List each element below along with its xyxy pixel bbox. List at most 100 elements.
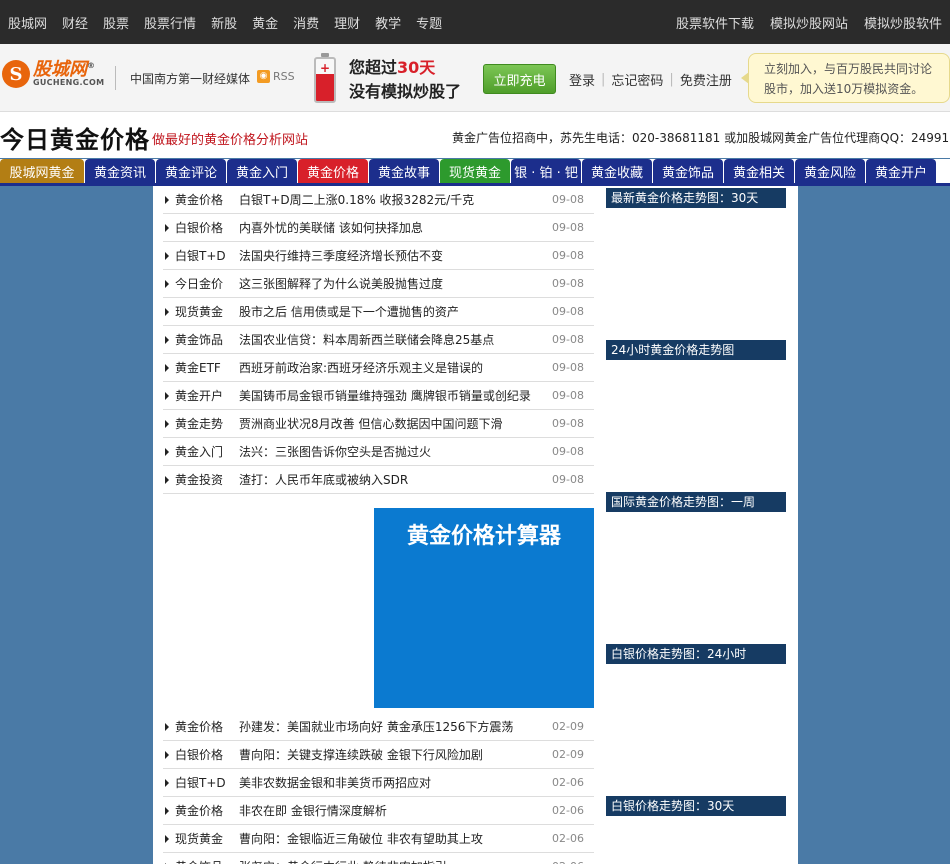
- site-logo[interactable]: S 股城网® GUCHENG.COM: [2, 60, 104, 88]
- gold-price-calculator[interactable]: 黄金价格计算器: [374, 508, 594, 708]
- top-nav-link[interactable]: 股票: [103, 13, 129, 32]
- news-category[interactable]: 黄金走势: [175, 415, 239, 432]
- category-tab[interactable]: 黄金价格: [298, 159, 368, 183]
- category-tab[interactable]: 黄金饰品: [653, 159, 723, 183]
- chart-panel-header[interactable]: 白银价格走势图：24小时: [606, 644, 786, 664]
- news-category[interactable]: 白银T+D: [175, 774, 239, 791]
- news-row[interactable]: 黄金饰品 法国农业信贷：料本周新西兰联储会降息25基点 09-08: [163, 326, 594, 354]
- news-category[interactable]: 黄金价格: [175, 191, 239, 208]
- news-row[interactable]: 黄金投资 渣打：人民币年底或被纳入SDR 09-08: [163, 466, 594, 494]
- news-category[interactable]: 现货黄金: [175, 303, 239, 320]
- top-nav-link[interactable]: 理财: [334, 13, 360, 32]
- news-row[interactable]: 白银T+D 美非农数据金银和非美货币两招应对 02-06: [163, 769, 594, 797]
- news-title[interactable]: 内喜外忧的美联储 该如何抉择加息: [239, 219, 544, 236]
- news-row[interactable]: 黄金走势 贾洲商业状况8月改善 但信心数据因中国问题下滑 09-08: [163, 410, 594, 438]
- bullet-icon: [165, 251, 169, 260]
- forgot-password-link[interactable]: 忘记密码: [611, 70, 663, 89]
- news-date: 09-08: [552, 417, 584, 430]
- top-nav-link[interactable]: 专题: [416, 13, 442, 32]
- top-nav-link[interactable]: 消费: [293, 13, 319, 32]
- news-category[interactable]: 黄金ETF: [175, 359, 239, 376]
- join-bubble[interactable]: 立刻加入，与百万股民共同讨论 股市，加入送10万模拟资金。: [741, 53, 950, 103]
- news-category[interactable]: 黄金入门: [175, 443, 239, 460]
- news-title[interactable]: 这三张图解释了为什么说美股抛售过度: [239, 275, 544, 292]
- news-title[interactable]: 贾洲商业状况8月改善 但信心数据因中国问题下滑: [239, 415, 544, 432]
- category-tab[interactable]: 黄金评论: [156, 159, 226, 183]
- news-date: 09-08: [552, 473, 584, 486]
- news-title[interactable]: 法兴：三张图告诉你空头是否抛过火: [239, 443, 544, 460]
- chart-panel-header[interactable]: 白银价格走势图：30天: [606, 796, 786, 816]
- category-tab[interactable]: 黄金开户: [866, 159, 936, 183]
- category-tab[interactable]: 股城网黄金: [0, 159, 84, 183]
- top-nav-link[interactable]: 股票软件下载: [676, 13, 754, 32]
- category-tab[interactable]: 现货黄金: [440, 159, 510, 183]
- news-category[interactable]: 白银T+D: [175, 247, 239, 264]
- news-row[interactable]: 黄金价格 白银T+D周二上涨0.18% 收报3282元/千克 09-08: [163, 186, 594, 214]
- category-tab[interactable]: 黄金收藏: [582, 159, 652, 183]
- news-row[interactable]: 白银T+D 法国央行维持三季度经济增长预估不变 09-08: [163, 242, 594, 270]
- logo-name: 股城网: [33, 59, 87, 80]
- rss-link[interactable]: ◉ RSS: [257, 70, 295, 83]
- news-category[interactable]: 黄金饰品: [175, 858, 239, 864]
- news-category[interactable]: 黄金开户: [175, 387, 239, 404]
- top-nav-link[interactable]: 模拟炒股软件: [864, 13, 942, 32]
- register-link[interactable]: 免费注册: [680, 70, 732, 89]
- news-row[interactable]: 黄金ETF 西班牙前政治家:西班牙经济乐观主义是错误的 09-08: [163, 354, 594, 382]
- category-tab[interactable]: 黄金故事: [369, 159, 439, 183]
- chart-panel-header[interactable]: 最新黄金价格走势图：30天: [606, 188, 786, 208]
- category-tab[interactable]: 黄金相关: [724, 159, 794, 183]
- news-title[interactable]: 股市之后 信用债或是下一个遭抛售的资产: [239, 303, 544, 320]
- news-row[interactable]: 今日金价 这三张图解释了为什么说美股抛售过度 09-08: [163, 270, 594, 298]
- chart-panel-header[interactable]: 24小时黄金价格走势图: [606, 340, 786, 360]
- top-nav-link[interactable]: 教学: [375, 13, 401, 32]
- news-title[interactable]: 渣打：人民币年底或被纳入SDR: [239, 471, 544, 488]
- news-category[interactable]: 白银价格: [175, 746, 239, 763]
- login-link[interactable]: 登录: [569, 70, 595, 89]
- news-date: 09-08: [552, 445, 584, 458]
- news-title[interactable]: 非农在即 金银行情深度解析: [239, 802, 544, 819]
- news-title[interactable]: 曹向阳：金银临近三角破位 非农有望助其上攻: [239, 830, 544, 847]
- news-row[interactable]: 白银价格 内喜外忧的美联储 该如何抉择加息 09-08: [163, 214, 594, 242]
- news-date: 02-09: [552, 720, 584, 733]
- charge-now-button[interactable]: 立即充电: [483, 64, 556, 94]
- chart-panel-header[interactable]: 国际黄金价格走势图：一周: [606, 492, 786, 512]
- logo-mark-icon: S: [2, 60, 30, 88]
- news-category[interactable]: 现货黄金: [175, 830, 239, 847]
- news-category[interactable]: 今日金价: [175, 275, 239, 292]
- news-title[interactable]: 美国铸币局金银币销量维持强劲 鹰牌银币销量或创纪录: [239, 387, 544, 404]
- top-nav-link[interactable]: 黄金: [252, 13, 278, 32]
- news-row[interactable]: 黄金开户 美国铸币局金银币销量维持强劲 鹰牌银币销量或创纪录 09-08: [163, 382, 594, 410]
- news-title[interactable]: 法国央行维持三季度经济增长预估不变: [239, 247, 544, 264]
- category-tab[interactable]: 黄金资讯: [85, 159, 155, 183]
- top-nav-link[interactable]: 股票行情: [144, 13, 196, 32]
- news-title[interactable]: 曹向阳：关键支撑连续跌破 金银下行风险加剧: [239, 746, 544, 763]
- news-row[interactable]: 黄金入门 法兴：三张图告诉你空头是否抛过火 09-08: [163, 438, 594, 466]
- top-nav-link[interactable]: 新股: [211, 13, 237, 32]
- category-tab[interactable]: 黄金入门: [227, 159, 297, 183]
- top-nav-link[interactable]: 财经: [62, 13, 88, 32]
- news-category[interactable]: 黄金价格: [175, 718, 239, 735]
- news-row[interactable]: 黄金价格 非农在即 金银行情深度解析 02-06: [163, 797, 594, 825]
- news-row[interactable]: 现货黄金 股市之后 信用债或是下一个遭抛售的资产 09-08: [163, 298, 594, 326]
- bullet-icon: [165, 307, 169, 316]
- news-row[interactable]: 黄金价格 孙建发：美国就业市场向好 黄金承压1256下方震荡 02-09: [163, 713, 594, 741]
- top-nav-link[interactable]: 模拟炒股网站: [770, 13, 848, 32]
- news-category[interactable]: 黄金价格: [175, 802, 239, 819]
- battery-icon: +: [313, 53, 337, 105]
- news-title[interactable]: 美非农数据金银和非美货币两招应对: [239, 774, 544, 791]
- news-row[interactable]: 现货黄金 曹向阳：金银临近三角破位 非农有望助其上攻 02-06: [163, 825, 594, 853]
- news-title[interactable]: 张尧宁：黄金行中行此 静待非农加指引: [239, 858, 544, 864]
- category-tab[interactable]: 黄金风险: [795, 159, 865, 183]
- news-title[interactable]: 孙建发：美国就业市场向好 黄金承压1256下方震荡: [239, 718, 544, 735]
- news-title[interactable]: 白银T+D周二上涨0.18% 收报3282元/千克: [239, 191, 544, 208]
- category-tab[interactable]: 银 · 铂 · 钯: [511, 159, 581, 183]
- news-title[interactable]: 西班牙前政治家:西班牙经济乐观主义是错误的: [239, 359, 544, 376]
- news-category[interactable]: 黄金饰品: [175, 331, 239, 348]
- top-nav-link[interactable]: 股城网: [8, 13, 47, 32]
- news-title[interactable]: 法国农业信贷：料本周新西兰联储会降息25基点: [239, 331, 544, 348]
- bullet-icon: [165, 279, 169, 288]
- news-category[interactable]: 黄金投资: [175, 471, 239, 488]
- news-row[interactable]: 黄金饰品张尧宁：黄金行中行此 静待非农加指引02-06: [163, 853, 594, 864]
- news-category[interactable]: 白银价格: [175, 219, 239, 236]
- news-row[interactable]: 白银价格 曹向阳：关键支撑连续跌破 金银下行风险加剧 02-09: [163, 741, 594, 769]
